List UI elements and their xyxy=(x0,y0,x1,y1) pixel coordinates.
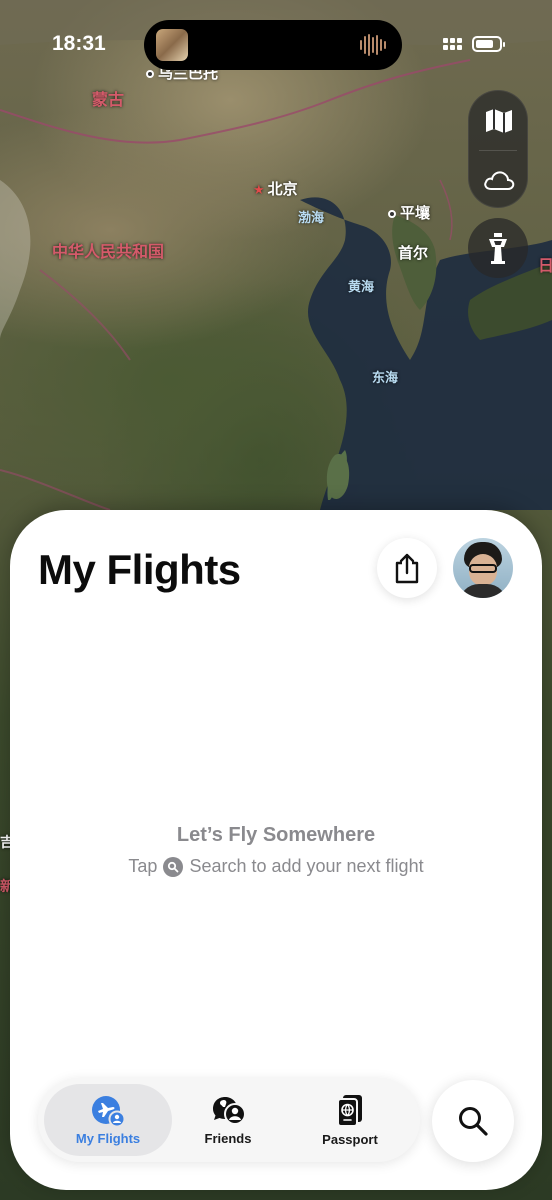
now-playing-artwork xyxy=(156,29,188,61)
tab-label-passport: Passport xyxy=(322,1131,378,1147)
map-label-seoul: 首尔 xyxy=(398,245,429,262)
status-bar: 18:31 xyxy=(0,0,552,90)
dynamic-island[interactable] xyxy=(144,20,402,70)
tab-passport[interactable]: Passport xyxy=(286,1084,414,1156)
my-flights-sheet: My Flights Let’s Fly Somewhere Tap Searc… xyxy=(10,510,542,1190)
tab-label-friends: Friends xyxy=(204,1130,252,1146)
status-time: 18:31 xyxy=(52,32,106,55)
battery-icon xyxy=(472,36,505,52)
page-title: My Flights xyxy=(38,546,241,593)
capital-star-icon: ★ xyxy=(253,182,265,197)
map-controls xyxy=(468,90,528,208)
empty-state-hint: Tap Search to add your next flight xyxy=(10,856,542,877)
map-mode-button[interactable] xyxy=(469,91,529,150)
share-icon xyxy=(395,553,419,584)
search-button[interactable] xyxy=(432,1080,514,1162)
map-label-pyongyang: 平壤 xyxy=(388,202,430,223)
map-label-china: 中华人民共和国 xyxy=(52,244,165,261)
map-label-beijing: ★ 北京 xyxy=(253,178,298,199)
tab-bar: My Flights Friends Passport xyxy=(38,1078,420,1162)
airport-tower-button[interactable] xyxy=(468,218,528,278)
tab-friends[interactable]: Friends xyxy=(164,1084,292,1156)
cellular-signal-icon xyxy=(443,38,462,50)
control-tower-icon xyxy=(489,233,507,264)
plane-person-icon xyxy=(92,1095,125,1127)
search-icon xyxy=(163,856,184,877)
map-label-bohai: 渤海 xyxy=(298,210,325,225)
share-button[interactable] xyxy=(377,538,437,598)
city-marker-icon xyxy=(388,210,396,219)
map-label-east-sea: 东海 xyxy=(372,370,399,385)
status-indicators xyxy=(443,36,505,52)
map-label-beijing-text: 北京 xyxy=(267,181,298,198)
empty-state-title: Let’s Fly Somewhere xyxy=(176,824,376,846)
weather-button[interactable] xyxy=(469,150,529,209)
passport-icon xyxy=(337,1094,362,1127)
map-label-japan-partial: 日 xyxy=(538,258,552,275)
friends-icon xyxy=(213,1096,246,1125)
cloud-icon xyxy=(484,170,515,190)
map-label-pyongyang-text: 平壤 xyxy=(400,205,431,222)
empty-state-hint-prefix: Tap xyxy=(128,856,158,876)
avatar[interactable] xyxy=(453,538,513,598)
map-label-yellow-sea: 黄海 xyxy=(348,279,375,294)
audio-waveform-icon xyxy=(360,34,388,56)
tab-my-flights[interactable]: My Flights xyxy=(44,1084,172,1156)
tab-label-my-flights: My Flights xyxy=(75,1130,141,1146)
map-icon xyxy=(486,108,512,133)
search-icon xyxy=(459,1107,488,1136)
empty-state-hint-suffix: Search to add your next flight xyxy=(189,856,424,876)
